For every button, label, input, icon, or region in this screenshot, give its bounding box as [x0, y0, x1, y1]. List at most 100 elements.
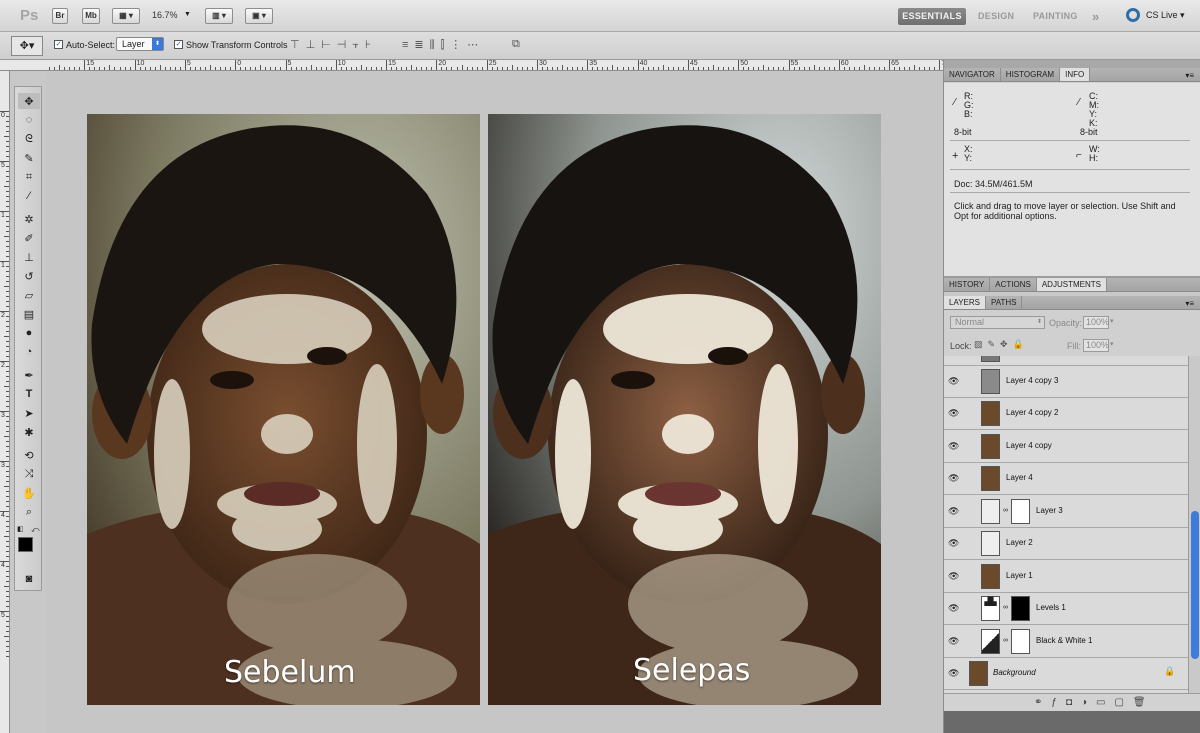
- layer-row[interactable]: 👁 Layer 4 copy 2: [944, 398, 1188, 430]
- ruler-tick: [783, 67, 785, 70]
- lasso-tool-icon[interactable]: ᘓ: [18, 131, 40, 147]
- layers-scrollbar[interactable]: [1188, 356, 1200, 693]
- cs-live-button[interactable]: CS Live ▾: [1146, 10, 1185, 21]
- move-tool-icon[interactable]: ✥: [18, 93, 40, 109]
- eye-icon[interactable]: 👁: [948, 538, 960, 548]
- workspace-painting[interactable]: PAINTING: [1033, 8, 1078, 25]
- eye-icon[interactable]: 👁: [948, 473, 960, 483]
- scrollbar-thumb[interactable]: [1191, 511, 1199, 659]
- tab-histogram[interactable]: HISTOGRAM: [1001, 68, 1061, 81]
- layer-row[interactable]: 👁 Layer 4: [944, 463, 1188, 495]
- ruler-tick-label: 20: [438, 60, 447, 67]
- 3d-orbit-icon[interactable]: ⤨: [18, 466, 40, 482]
- 3d-rotate-icon[interactable]: ⟲: [18, 447, 40, 463]
- dodge-tool-icon[interactable]: ◔: [18, 344, 40, 360]
- auto-select-checkbox[interactable]: ✓: [54, 40, 63, 49]
- eyedropper-icon[interactable]: ⁄: [18, 188, 40, 204]
- blur-tool-icon[interactable]: ●: [18, 325, 40, 341]
- brush-tool-icon[interactable]: ✐: [18, 230, 40, 246]
- path-selection-icon[interactable]: ➤: [18, 405, 40, 421]
- layer-row[interactable]: 👁 ∞ Black & White 1: [944, 626, 1188, 658]
- panel-menu-icon[interactable]: ▾≡: [1185, 71, 1194, 80]
- view-extras-button[interactable]: ▦ ▾: [112, 8, 140, 24]
- clone-stamp-icon[interactable]: ⊥: [18, 249, 40, 265]
- fill-arrow-icon[interactable]: ▾: [1110, 340, 1114, 348]
- ruler-tick: [6, 521, 9, 522]
- layer-row[interactable]: 👁 Layer 1: [944, 561, 1188, 593]
- lock-icons[interactable]: ▨✎✥🔒: [974, 339, 1029, 350]
- screen-mode-button[interactable]: ▣ ▾: [245, 8, 273, 24]
- arrange-documents-button[interactable]: ▥ ▾: [205, 8, 233, 24]
- quick-mask-icon[interactable]: ◙: [18, 571, 40, 587]
- layer-row[interactable]: 👁 Background 🔒: [944, 658, 1188, 690]
- auto-align-icon[interactable]: ⧉: [512, 38, 520, 51]
- layer-action-icons[interactable]: ⚭ƒ◘◑▭▢🗑: [1034, 697, 1155, 708]
- layer-row[interactable]: 👁 Layer 2: [944, 528, 1188, 560]
- tab-actions[interactable]: ACTIONS: [990, 278, 1037, 291]
- opacity-arrow-icon[interactable]: ▾: [1110, 317, 1114, 325]
- layer-row[interactable]: 👁 ▟▙ ∞ Levels 1: [944, 593, 1188, 625]
- eye-icon[interactable]: 👁: [948, 441, 960, 451]
- auto-select-dropdown[interactable]: Layer ⬍: [116, 37, 164, 51]
- layout-icon: ▥ ▾: [212, 11, 226, 20]
- shape-tool-icon[interactable]: ✱: [18, 424, 40, 440]
- tab-adjustments[interactable]: ADJUSTMENTS: [1036, 278, 1107, 291]
- eye-icon[interactable]: 👁: [948, 506, 960, 516]
- ruler-tick: [159, 65, 161, 70]
- chevron-down-icon[interactable]: ▼: [184, 11, 191, 18]
- eye-icon[interactable]: 👁: [948, 668, 960, 678]
- swap-colors-icon[interactable]: ⤺: [31, 525, 40, 535]
- layer-row[interactable]: 👁 Layer 4 copy 3: [944, 366, 1188, 398]
- layer-row[interactable]: 👁 ∞ Layer 3: [944, 496, 1188, 528]
- opacity-field[interactable]: 100%: [1083, 316, 1109, 329]
- hand-tool-icon[interactable]: ✋: [18, 485, 40, 501]
- tab-info[interactable]: INFO: [1060, 68, 1091, 81]
- panel-grip[interactable]: [944, 60, 1200, 68]
- bridge-button[interactable]: Br: [52, 8, 68, 24]
- crop-tool-icon[interactable]: ⌗: [18, 169, 40, 185]
- show-transform-checkbox[interactable]: ✓: [174, 40, 183, 49]
- tab-paths[interactable]: PATHS: [986, 296, 1023, 309]
- tab-layers[interactable]: LAYERS: [944, 296, 986, 309]
- gradient-icon[interactable]: ▤: [18, 306, 40, 322]
- workspace-design[interactable]: DESIGN: [978, 8, 1014, 25]
- ruler-tick: [275, 67, 277, 70]
- tab-history[interactable]: HISTORY: [944, 278, 991, 291]
- eye-icon[interactable]: 👁: [948, 636, 960, 646]
- default-colors-icon[interactable]: ◧: [17, 525, 24, 533]
- fill-field[interactable]: 100%: [1083, 339, 1109, 352]
- eye-icon[interactable]: 👁: [948, 603, 960, 613]
- ruler-tick: [823, 67, 825, 70]
- ruler-tick: [531, 67, 533, 70]
- zoom-tool-icon[interactable]: ⌕: [18, 504, 40, 520]
- foreground-color-swatch[interactable]: [18, 537, 33, 552]
- history-brush-icon[interactable]: ↺: [18, 268, 40, 284]
- type-tool-icon[interactable]: T: [18, 386, 40, 402]
- ruler-tick: [365, 67, 367, 70]
- layer-row[interactable]: [944, 356, 1188, 366]
- ruler-tick: [6, 141, 9, 142]
- ruler-tick: [6, 491, 9, 492]
- layers-menu-icon[interactable]: ▾≡: [1185, 299, 1194, 308]
- layer-row[interactable]: 👁 Layer 4 copy: [944, 431, 1188, 463]
- eraser-icon[interactable]: ▱: [18, 287, 40, 303]
- blend-mode-dropdown[interactable]: Normal ⬍: [950, 316, 1045, 329]
- eye-icon[interactable]: 👁: [948, 571, 960, 581]
- distribute-icons[interactable]: ≡≣⫼⫿⋮⋯: [402, 38, 484, 52]
- more-workspaces-icon[interactable]: »: [1092, 8, 1100, 25]
- move-tool-preset-button[interactable]: ✥▾: [11, 36, 43, 56]
- zoom-level[interactable]: 16.7%: [152, 10, 178, 20]
- quick-selection-icon[interactable]: ✎: [18, 150, 40, 166]
- workspace-essentials[interactable]: ESSENTIALS: [898, 8, 966, 25]
- layer-list[interactable]: 👁 Layer 4 copy 3 👁 Layer 4 copy 2 👁 Laye…: [944, 356, 1188, 693]
- marquee-tool-icon[interactable]: ◌: [18, 112, 40, 128]
- tab-navigator[interactable]: NAVIGATOR: [944, 68, 1001, 81]
- ruler-tick: [768, 67, 770, 70]
- mini-bridge-button[interactable]: Mb: [82, 8, 100, 24]
- pen-tool-icon[interactable]: ✒: [18, 367, 40, 383]
- eye-icon[interactable]: 👁: [948, 408, 960, 418]
- healing-brush-icon[interactable]: ✲: [18, 211, 40, 227]
- align-icons[interactable]: ⊤⊥⊢⊣⫟⊦: [290, 38, 377, 52]
- eye-icon[interactable]: 👁: [948, 376, 960, 386]
- ruler-tick: [587, 60, 589, 70]
